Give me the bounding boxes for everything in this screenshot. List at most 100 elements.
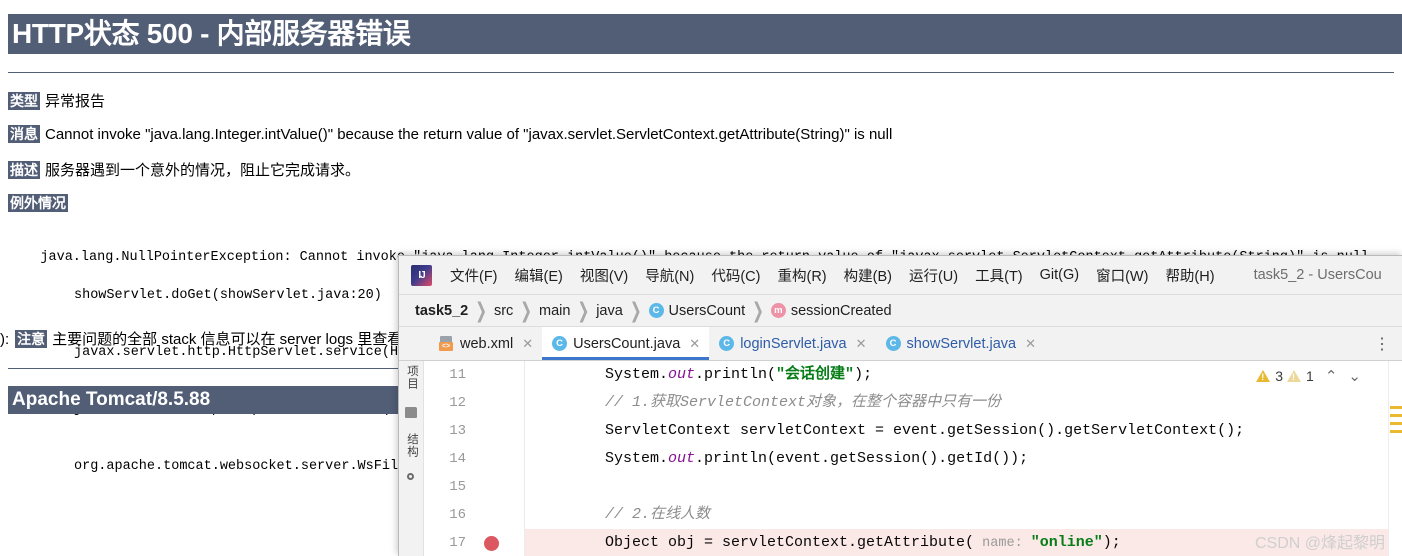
menu-file[interactable]: 文件(F) xyxy=(450,265,498,286)
code-token: .println( xyxy=(695,366,777,383)
breadcrumb-item-method[interactable]: m sessionCreated xyxy=(770,302,892,319)
warning-triangle-icon xyxy=(1256,370,1271,382)
code-token: out xyxy=(668,450,696,467)
menu-help[interactable]: 帮助(H) xyxy=(1165,265,1214,286)
code-editor[interactable]: 项目 结构 11 12 13 14 15 16 17 System.out.pr… xyxy=(399,361,1402,556)
bean-icon[interactable] xyxy=(405,471,417,483)
tool-window-project[interactable]: 项目 xyxy=(404,365,420,390)
gutter-line: 17 xyxy=(424,529,524,556)
line-number: 13 xyxy=(449,423,466,439)
java-class-icon: C xyxy=(885,336,901,351)
warning-marker[interactable] xyxy=(1390,406,1402,409)
tool-window-stripe: 项目 结构 xyxy=(399,361,424,556)
breakpoint-icon[interactable] xyxy=(484,536,499,551)
chevron-right-icon: ❯ xyxy=(629,297,642,322)
warning-count: 3 xyxy=(1275,368,1284,384)
breadcrumb-item-src[interactable]: src xyxy=(494,303,513,319)
note-row: ): 注意 主要问题的全部 stack 信息可以在 server logs 里查看 xyxy=(0,328,402,349)
menu-run[interactable]: 运行(U) xyxy=(909,265,958,286)
breadcrumb-item-project[interactable]: task5_2 xyxy=(415,303,468,319)
code-line[interactable]: // 1.获取ServletContext对象，在整个容器中只有一份 xyxy=(525,389,1402,417)
warning-marker[interactable] xyxy=(1390,414,1402,417)
code-token: Object obj = servletContext.getAttribute… xyxy=(605,534,975,551)
code-line[interactable]: ServletContext servletContext = event.ge… xyxy=(525,417,1402,445)
menu-git[interactable]: Git(G) xyxy=(1040,267,1079,283)
tab-loginservlet-java[interactable]: C loginServlet.java ✕ xyxy=(709,327,875,360)
watermark: CSDN @烽起黎明 xyxy=(1254,535,1385,552)
editor-gutter[interactable]: 11 12 13 14 15 16 17 xyxy=(424,361,525,556)
divider-top xyxy=(8,72,1394,73)
tab-label: UsersCount.java xyxy=(573,335,681,352)
chevron-right-icon: ❯ xyxy=(520,297,533,322)
java-class-icon: C xyxy=(719,336,735,351)
code-token: // 2.在线人数 xyxy=(605,506,711,523)
menu-refactor[interactable]: 重构(R) xyxy=(777,265,826,286)
exception-section-row: 例外情况 xyxy=(8,193,68,213)
intellij-idea-window[interactable]: 文件(F) 编辑(E) 视图(V) 导航(N) 代码(C) 重构(R) 构建(B… xyxy=(398,255,1402,556)
inspection-widget[interactable]: 3 1 ⌃ ⌄ xyxy=(1256,367,1361,385)
line-number: 17 xyxy=(449,535,466,551)
code-token: ); xyxy=(1102,534,1121,551)
gutter-line: 14 xyxy=(424,445,524,473)
gutter-line: 11 xyxy=(424,361,524,389)
error-type-row: 类型 异常报告 xyxy=(8,90,105,111)
tab-userscount-java[interactable]: C UsersCount.java ✕ xyxy=(542,327,710,360)
warning-marker[interactable] xyxy=(1390,430,1402,433)
gutter-line: 12 xyxy=(424,389,524,417)
tab-label: showServlet.java xyxy=(906,335,1017,352)
line-number: 11 xyxy=(449,367,466,383)
code-line[interactable]: // 2.在线人数 xyxy=(525,501,1402,529)
menu-tools[interactable]: 工具(T) xyxy=(975,265,1023,286)
menu-navigate[interactable]: 导航(N) xyxy=(645,265,694,286)
code-token: System. xyxy=(605,366,669,383)
gutter-line: 13 xyxy=(424,417,524,445)
code-token: out xyxy=(668,366,696,383)
code-token: .println(event.getSession().getId()); xyxy=(695,450,1029,467)
code-token: ); xyxy=(854,366,873,383)
tab-showservlet-java[interactable]: C showServlet.java ✕ xyxy=(876,327,1046,360)
breadcrumb-item-class[interactable]: C UsersCount xyxy=(648,303,745,319)
code-text-area[interactable]: System.out.println("会话创建");// 1.获取Servle… xyxy=(525,361,1402,556)
breadcrumb-item-main[interactable]: main xyxy=(539,303,570,319)
weak-warning-count: 1 xyxy=(1306,368,1314,384)
note-value: 主要问题的全部 stack 信息可以在 server logs 里查看 xyxy=(52,331,403,348)
breadcrumb-method-label: sessionCreated xyxy=(790,302,892,319)
breadcrumb: task5_2 ❯ src ❯ main ❯ java ❯ C UsersCou… xyxy=(399,295,1402,327)
more-options-icon[interactable]: ⋮ xyxy=(1362,327,1402,360)
java-class-icon: C xyxy=(552,336,568,351)
code-token: "online" xyxy=(1030,534,1103,551)
folder-icon[interactable] xyxy=(405,407,417,418)
tab-label: web.xml xyxy=(460,335,514,352)
warning-marker[interactable] xyxy=(1390,422,1402,425)
java-method-icon: m xyxy=(770,303,786,318)
chevron-up-icon[interactable]: ⌃ xyxy=(1325,367,1338,385)
tool-window-structure[interactable]: 结构 xyxy=(404,433,420,458)
note-prefix: ): xyxy=(0,331,10,348)
breadcrumb-item-java[interactable]: java xyxy=(596,303,623,319)
code-token: name: xyxy=(974,536,1031,551)
close-icon[interactable]: ✕ xyxy=(1025,336,1036,352)
error-message-value: Cannot invoke "java.lang.Integer.intValu… xyxy=(45,126,893,143)
editor-tab-strip: web.xml ✕ C UsersCount.java ✕ C loginSer… xyxy=(399,327,1402,361)
menu-code[interactable]: 代码(C) xyxy=(711,265,760,286)
code-line[interactable] xyxy=(525,473,1402,501)
error-marker-scrollbar[interactable] xyxy=(1388,361,1402,556)
xml-file-icon xyxy=(439,336,454,351)
intellij-logo-icon xyxy=(411,264,432,286)
menu-build[interactable]: 构建(B) xyxy=(844,265,892,286)
code-line[interactable]: System.out.println(event.getSession().ge… xyxy=(525,445,1402,473)
error-description-label: 描述 xyxy=(8,161,40,179)
tab-label: loginServlet.java xyxy=(740,335,847,352)
line-number: 12 xyxy=(449,395,466,411)
menu-view[interactable]: 视图(V) xyxy=(580,265,628,286)
gutter-line: 16 xyxy=(424,501,524,529)
java-class-icon: C xyxy=(648,303,664,318)
chevron-down-icon[interactable]: ⌄ xyxy=(1348,367,1361,385)
gutter-line: 15 xyxy=(424,473,524,501)
close-icon[interactable]: ✕ xyxy=(522,336,533,352)
tab-web-xml[interactable]: web.xml ✕ xyxy=(429,327,542,360)
menu-window[interactable]: 窗口(W) xyxy=(1096,265,1148,286)
menu-edit[interactable]: 编辑(E) xyxy=(515,265,563,286)
close-icon[interactable]: ✕ xyxy=(856,336,867,352)
close-icon[interactable]: ✕ xyxy=(689,336,700,352)
